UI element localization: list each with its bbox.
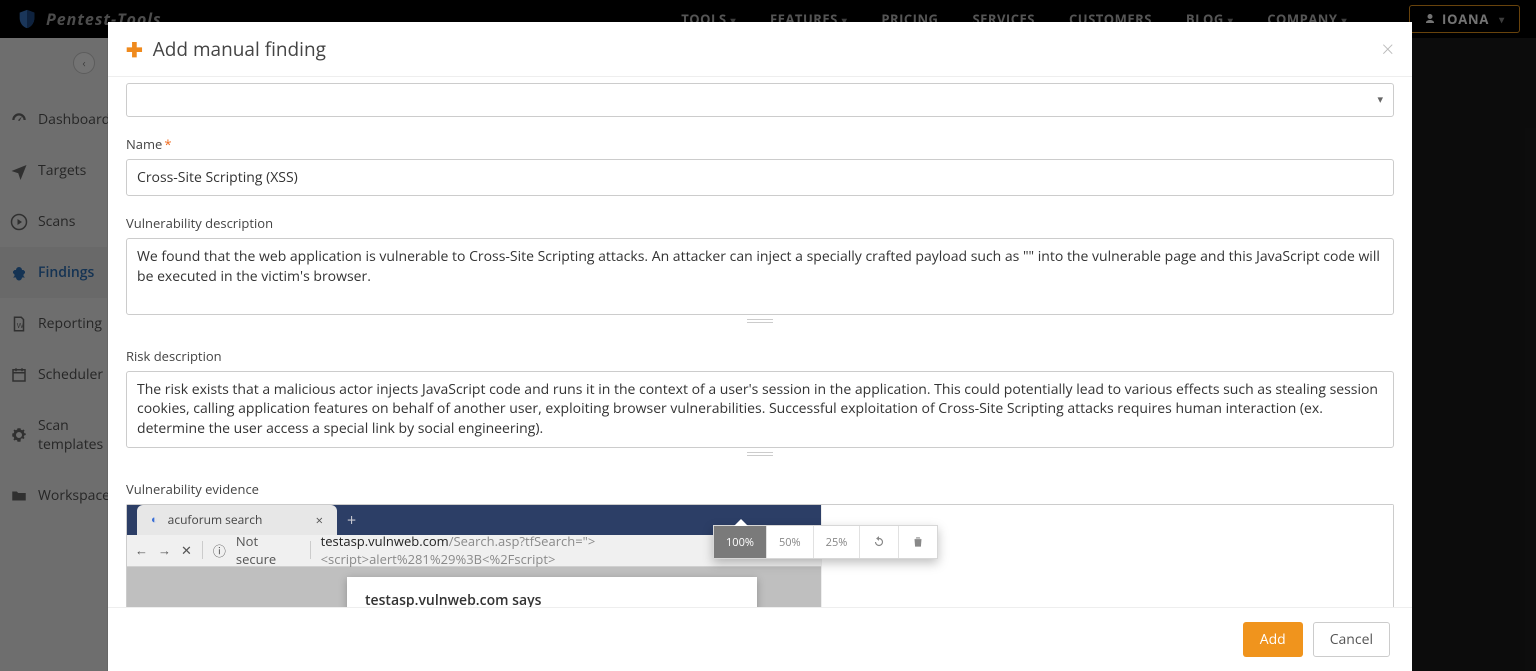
trash-icon	[911, 535, 925, 549]
evidence-browser-tab: ◐ acuforum search ×	[137, 505, 337, 535]
name-label: Name*	[126, 135, 1394, 153]
plus-icon: ✚	[126, 36, 143, 63]
evidence-label: Vulnerability evidence	[126, 480, 1394, 498]
risk-desc-textarea[interactable]	[126, 371, 1394, 448]
rotate-icon	[872, 535, 886, 549]
vuln-desc-label: Vulnerability description	[126, 214, 1394, 232]
modal-title: Add manual finding	[153, 36, 326, 62]
risk-desc-label: Risk description	[126, 347, 1394, 365]
image-resize-toolbar: 100% 50% 25%	[713, 525, 938, 559]
modal-body[interactable]: Name* Vulnerability description Risk des…	[108, 77, 1412, 607]
close-icon: ✕	[181, 541, 192, 559]
rotate-button[interactable]	[860, 526, 899, 558]
info-icon: ⓘ	[213, 541, 226, 560]
evidence-browser-viewport: testasp.vulnweb.com says 1 OK	[127, 567, 821, 607]
modal-header: ✚ Add manual finding ×	[108, 22, 1412, 77]
zoom-100-button[interactable]: 100%	[714, 526, 767, 558]
add-finding-modal: ✚ Add manual finding × Name* Vulnerabili…	[108, 22, 1412, 671]
js-alert-dialog: testasp.vulnweb.com says 1	[347, 577, 757, 607]
loading-spinner-icon: ◐	[151, 512, 158, 527]
name-input[interactable]	[126, 159, 1394, 196]
back-icon: ←	[135, 541, 148, 559]
zoom-25-button[interactable]: 25%	[814, 526, 861, 558]
resize-grip[interactable]	[126, 452, 1394, 462]
zoom-50-button[interactable]: 50%	[767, 526, 814, 558]
cancel-button[interactable]: Cancel	[1313, 622, 1390, 657]
delete-image-button[interactable]	[899, 526, 937, 558]
add-button[interactable]: Add	[1243, 622, 1303, 657]
forward-icon: →	[158, 541, 171, 559]
not-secure-label: Not secure	[236, 532, 300, 568]
modal-close-button[interactable]: ×	[1381, 34, 1394, 64]
resize-grip[interactable]	[126, 319, 1394, 329]
alert-title: testasp.vulnweb.com says	[365, 591, 739, 607]
close-icon: ×	[316, 511, 323, 529]
vuln-desc-textarea[interactable]	[126, 238, 1394, 315]
evidence-tab-title: acuforum search	[168, 511, 263, 528]
template-select[interactable]	[126, 83, 1394, 117]
modal-footer: Add Cancel	[108, 607, 1412, 671]
new-tab-icon: +	[337, 505, 366, 535]
